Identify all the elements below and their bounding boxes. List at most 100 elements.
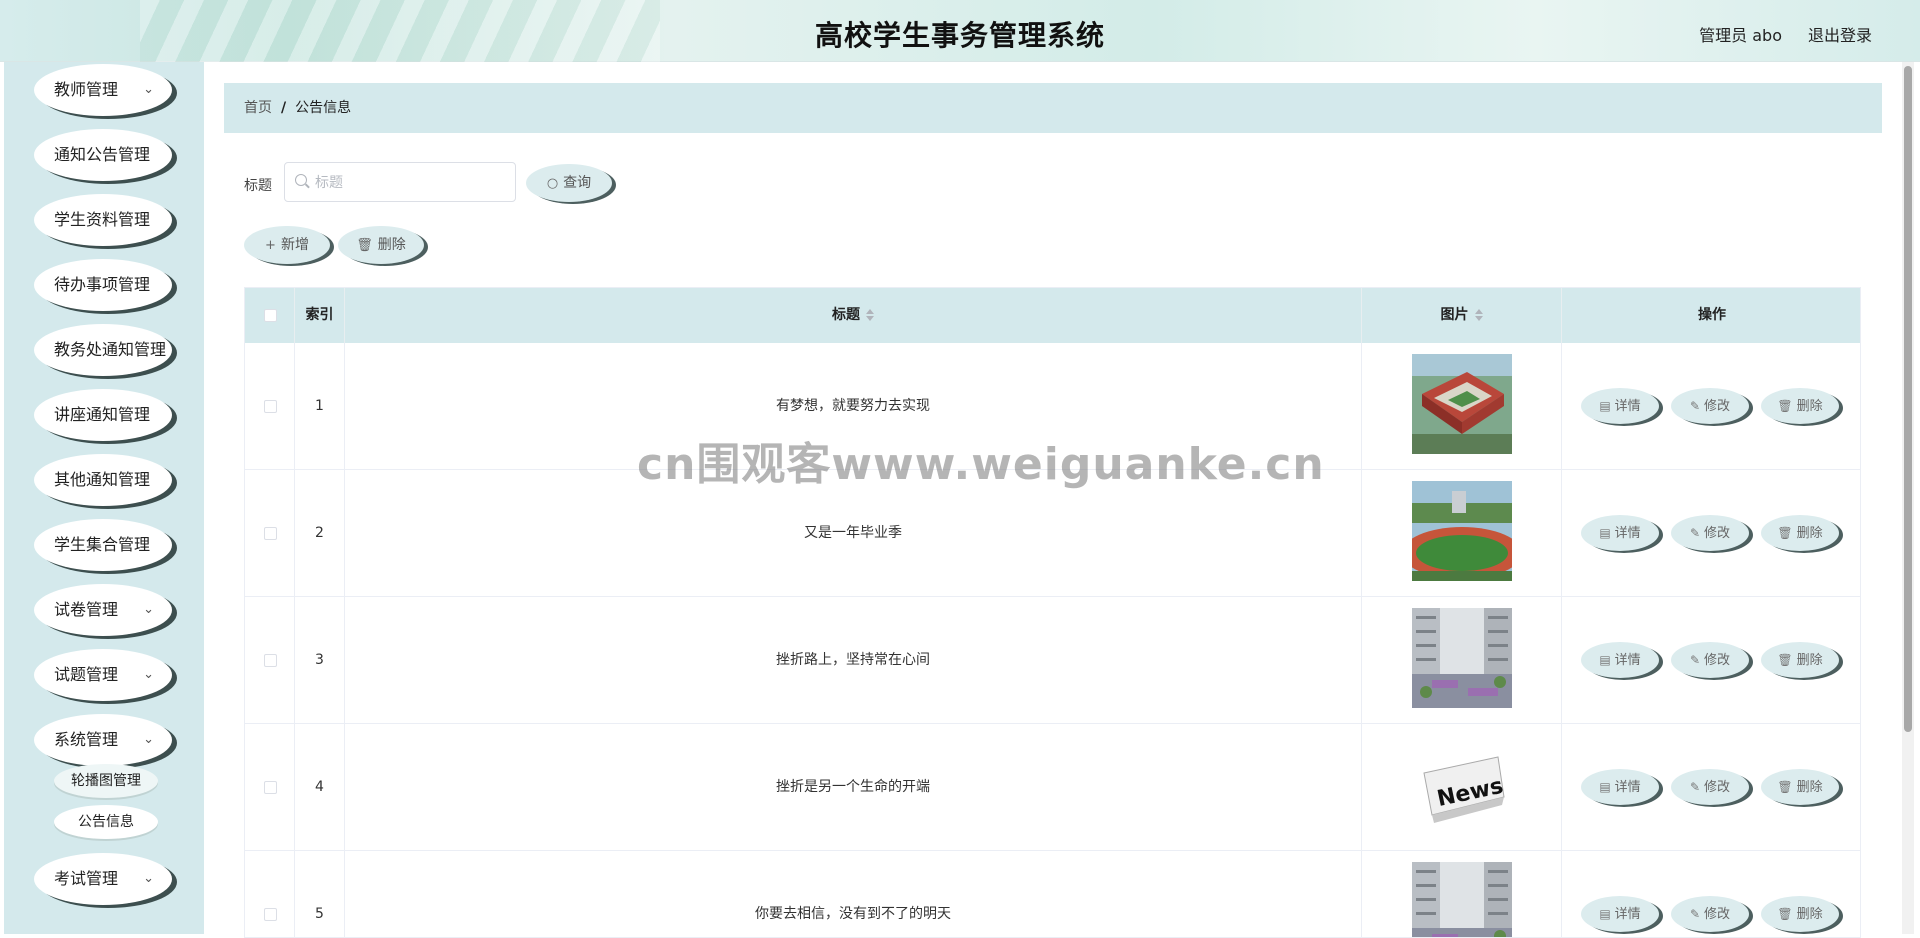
- search-input[interactable]: [315, 171, 505, 195]
- detail-button-label: 详情: [1614, 653, 1641, 668]
- chevron-down-icon: ⌄: [143, 602, 154, 617]
- sidebar-item[interactable]: 讲座通知管理: [34, 389, 172, 441]
- document-icon: ▤: [1599, 653, 1611, 667]
- current-user: 管理员 abo: [1699, 26, 1782, 45]
- search-icon: ○: [546, 176, 559, 191]
- edit-button-label: 修改: [1704, 780, 1731, 795]
- row-delete-button[interactable]: 🗑 删除: [1761, 388, 1839, 424]
- select-all-checkbox[interactable]: [264, 309, 277, 322]
- sidebar-item-label: 学生集合管理: [54, 535, 151, 554]
- table-header: 索引 标题 图片 操作: [245, 288, 1860, 343]
- search-field[interactable]: [284, 162, 516, 202]
- sidebar-item-label: 教师管理: [54, 80, 119, 99]
- row-delete-button[interactable]: 🗑 删除: [1761, 896, 1839, 932]
- row-delete-button-label: 删除: [1796, 653, 1823, 668]
- sidebar-item[interactable]: 通知公告管理: [34, 129, 172, 181]
- pencil-icon: ✎: [1689, 780, 1701, 794]
- chevron-down-icon: ⌄: [143, 667, 154, 682]
- detail-button[interactable]: ▤ 详情: [1581, 515, 1659, 551]
- scrollbar-thumb[interactable]: [1904, 66, 1912, 732]
- document-icon: ▤: [1599, 907, 1611, 921]
- sidebar-subitem[interactable]: 轮播图管理: [54, 764, 158, 798]
- row-checkbox[interactable]: [264, 908, 277, 921]
- row-title: 挫折路上，坚持常在心间: [345, 597, 1362, 724]
- edit-button[interactable]: ✎ 修改: [1671, 896, 1749, 932]
- app-title: 高校学生事务管理系统: [814, 19, 1105, 52]
- sidebar-item-label: 系统管理: [54, 730, 119, 749]
- document-icon: ▤: [1599, 780, 1611, 794]
- search-button-label: 查询: [563, 175, 592, 191]
- edit-button[interactable]: ✎ 修改: [1671, 769, 1749, 805]
- edit-button-label: 修改: [1704, 653, 1731, 668]
- trash-icon: 🗑: [356, 238, 373, 253]
- row-delete-button[interactable]: 🗑 删除: [1761, 642, 1839, 678]
- delete-button-label: 删除: [377, 237, 406, 253]
- detail-button-label: 详情: [1614, 907, 1641, 922]
- sidebar-item-label: 试卷管理: [54, 600, 119, 619]
- delete-button[interactable]: 🗑 删除: [338, 226, 424, 264]
- chevron-down-icon: ⌄: [143, 732, 154, 747]
- row-select-cell: [245, 851, 295, 937]
- sort-icon[interactable]: [866, 308, 874, 322]
- table-row: 5 你要去相信，没有到不了的明天 ▤ 详情 ✎ 修改 🗑 删除: [245, 851, 1860, 937]
- detail-button[interactable]: ▤ 详情: [1581, 896, 1659, 932]
- row-select-cell: [245, 597, 295, 724]
- sidebar: 教师管理 ⌄ 通知公告管理 学生资料管理 待办事项管理 教务处通知管理 讲座通知管理 其他通知…: [4, 62, 204, 934]
- sidebar-item[interactable]: 教务处通知管理: [34, 324, 172, 376]
- breadcrumb-home[interactable]: 首页: [244, 100, 272, 116]
- sidebar-item[interactable]: 其他通知管理: [34, 454, 172, 506]
- row-checkbox[interactable]: [264, 654, 277, 667]
- sidebar-item[interactable]: 试题管理 ⌄: [34, 649, 172, 701]
- logout-link[interactable]: 退出登录: [1808, 22, 1872, 46]
- document-icon: ▤: [1599, 526, 1611, 540]
- detail-button-label: 详情: [1614, 399, 1641, 414]
- sidebar-item[interactable]: 教师管理 ⌄: [34, 64, 172, 116]
- sidebar-item-label: 其他通知管理: [54, 470, 151, 489]
- header-image[interactable]: 图片: [1362, 288, 1562, 343]
- detail-button[interactable]: ▤ 详情: [1581, 769, 1659, 805]
- detail-button[interactable]: ▤ 详情: [1581, 388, 1659, 424]
- row-delete-button[interactable]: 🗑 删除: [1761, 769, 1839, 805]
- row-delete-button[interactable]: 🗑 删除: [1761, 515, 1839, 551]
- edit-button[interactable]: ✎ 修改: [1671, 515, 1749, 551]
- edit-button[interactable]: ✎ 修改: [1671, 642, 1749, 678]
- row-index: 5: [295, 851, 345, 937]
- sidebar-item-label: 教务处通知管理: [54, 340, 167, 359]
- trash-icon: 🗑: [1777, 399, 1793, 413]
- add-button-label: 新增: [280, 237, 309, 253]
- sidebar-item[interactable]: 待办事项管理: [34, 259, 172, 311]
- sidebar-item[interactable]: 学生资料管理: [34, 194, 172, 246]
- search-label: 标题: [244, 178, 272, 194]
- row-checkbox[interactable]: [264, 400, 277, 413]
- search-button[interactable]: ○ 查询: [526, 164, 612, 202]
- search-icon: [295, 174, 307, 186]
- sort-icon[interactable]: [1474, 308, 1483, 322]
- row-checkbox[interactable]: [264, 781, 277, 794]
- watermark: cn围观客www.weiguanke.cn: [637, 439, 1325, 490]
- row-index: 1: [295, 343, 345, 470]
- row-thumbnail-image: [1412, 481, 1512, 581]
- sidebar-item[interactable]: 学生集合管理: [34, 519, 172, 571]
- sidebar-item[interactable]: 系统管理 ⌄: [34, 714, 172, 766]
- sidebar-subitem-active[interactable]: 公告信息: [54, 805, 158, 839]
- header-title[interactable]: 标题: [345, 288, 1362, 343]
- header-actions: 操作: [1698, 307, 1726, 323]
- add-button[interactable]: + 新增: [244, 226, 330, 264]
- row-index: 2: [295, 470, 345, 597]
- edit-button[interactable]: ✎ 修改: [1671, 388, 1749, 424]
- row-select-cell: [245, 724, 295, 851]
- detail-button[interactable]: ▤ 详情: [1581, 642, 1659, 678]
- pencil-icon: ✎: [1689, 399, 1701, 413]
- detail-button-label: 详情: [1614, 526, 1641, 541]
- plus-icon: +: [265, 238, 276, 253]
- sidebar-item-label: 通知公告管理: [54, 145, 151, 164]
- table-row: 3 挫折路上，坚持常在心间 ▤ 详情 ✎ 修改 🗑 删除: [245, 597, 1860, 724]
- row-delete-button-label: 删除: [1796, 780, 1823, 795]
- detail-button-label: 详情: [1614, 780, 1641, 795]
- sidebar-item[interactable]: 考试管理 ⌄: [34, 853, 172, 905]
- sidebar-item[interactable]: 试卷管理 ⌄: [34, 584, 172, 636]
- announcement-table: 索引 标题 图片 操作 1 有梦想，就要努力去实现 ▤ 详情 ✎ 修改 🗑 删除 2 又是一年毕业…: [244, 287, 1861, 938]
- breadcrumb-current: 公告信息: [295, 100, 352, 116]
- row-checkbox[interactable]: [264, 527, 277, 540]
- pencil-icon: ✎: [1689, 526, 1701, 540]
